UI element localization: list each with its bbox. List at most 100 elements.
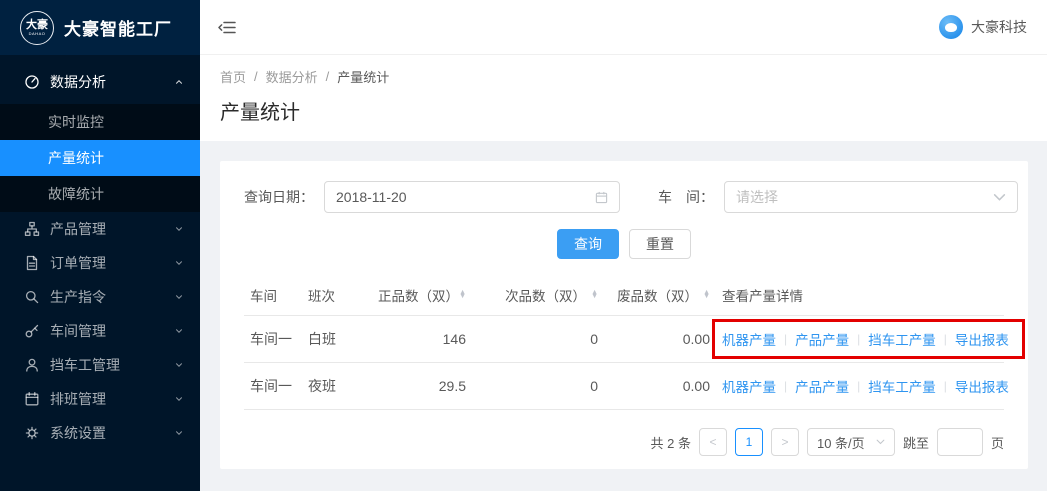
chevron-down-icon (174, 360, 184, 370)
menu-fold-icon[interactable] (218, 20, 236, 35)
sidebar-item-fault-stats[interactable]: 故障统计 (0, 176, 200, 212)
sort-icon[interactable]: ▲▼ (591, 291, 598, 300)
jump-label: 跳至 (903, 433, 929, 452)
menu-label: 生产指令 (50, 287, 106, 307)
cell-good: 146 (372, 331, 472, 347)
search-button[interactable]: 查询 (557, 229, 619, 259)
apartment-icon (24, 221, 40, 237)
company-avatar-icon (939, 15, 963, 39)
col-workshop: 车间 (244, 285, 302, 305)
user-name: 大豪科技 (971, 17, 1027, 37)
workshop-select[interactable]: 请选择 (724, 181, 1018, 213)
submenu-data-analysis: 实时监控 产量统计 故障统计 (0, 104, 200, 212)
logo-subtext: DAHAO (29, 31, 46, 36)
sort-icon[interactable]: ▲▼ (703, 291, 710, 300)
menu-label: 产品管理 (50, 219, 106, 239)
dahao-logo-icon: 大豪 DAHAO (20, 11, 54, 45)
sidebar-item-operator-mgmt[interactable]: 挡车工管理 (0, 348, 200, 382)
cell-good: 29.5 (372, 378, 472, 394)
breadcrumb-home[interactable]: 首页 (220, 67, 246, 86)
workshop-label: 车 间： (658, 187, 714, 207)
production-stats-card: 查询日期： 2018-11-20 车 间： 请选择 (220, 161, 1028, 469)
breadcrumb-data-analysis[interactable]: 数据分析 (266, 67, 318, 86)
main-area: 大豪科技 首页 / 数据分析 / 产量统计 产量统计 查询日期： 2018-11… (200, 0, 1047, 491)
jump-suffix: 页 (991, 433, 1004, 452)
col-defective-count[interactable]: 次品数（双） ▲▼ (472, 285, 604, 305)
content-area: 查询日期： 2018-11-20 车 间： 请选择 (200, 141, 1047, 469)
date-label: 查询日期： (244, 187, 314, 207)
sidebar-item-workshop-mgmt[interactable]: 车间管理 (0, 314, 200, 348)
prev-page-button[interactable]: < (699, 428, 727, 456)
sidebar-item-system-settings[interactable]: 系统设置 (0, 416, 200, 450)
workshop-form-item: 车 间： 请选择 (658, 181, 1018, 213)
machine-output-link[interactable]: 机器产量 (722, 329, 776, 349)
app-title: 大豪智能工厂 (64, 15, 172, 40)
sidebar-item-schedule-mgmt[interactable]: 排班管理 (0, 382, 200, 416)
breadcrumb-current: 产量统计 (337, 67, 389, 86)
export-report-link[interactable]: 导出报表 (955, 329, 1009, 349)
sidebar-item-production-stats[interactable]: 产量统计 (0, 140, 200, 176)
page-title: 产量统计 (220, 96, 1027, 125)
chevron-up-icon (174, 77, 184, 87)
reset-button[interactable]: 重置 (629, 229, 691, 259)
operator-output-link[interactable]: 挡车工产量 (868, 329, 936, 349)
table-row: 车间一 夜班 29.5 0 0.00 机器产量 | 产品产量 | 挡车工产量 | (244, 363, 1004, 410)
breadcrumb: 首页 / 数据分析 / 产量统计 (220, 67, 1027, 86)
chevron-down-icon (174, 394, 184, 404)
calendar-icon (595, 191, 608, 204)
chevron-down-icon (174, 428, 184, 438)
cell-defective: 0 (472, 331, 604, 347)
date-input[interactable]: 2018-11-20 (324, 181, 620, 213)
file-icon (24, 255, 40, 271)
calendar-icon (24, 391, 40, 407)
col-good-count[interactable]: 正品数（双） ▲▼ (372, 285, 472, 305)
user-icon (24, 357, 40, 373)
date-form-item: 查询日期： 2018-11-20 (244, 181, 620, 213)
sort-icon[interactable]: ▲▼ (459, 291, 466, 300)
search-icon (24, 289, 40, 305)
topbar: 大豪科技 (200, 0, 1047, 55)
cell-scrap: 0.00 (604, 378, 716, 394)
workshop-placeholder: 请选择 (736, 187, 778, 207)
key-icon (24, 323, 40, 339)
menu-label: 数据分析 (50, 72, 106, 92)
table-header-row: 车间 班次 正品数（双） ▲▼ 次品数（双） ▲▼ 废品数（双） ▲▼ 查看产量… (244, 275, 1004, 316)
chevron-down-icon (174, 224, 184, 234)
menu-label: 排班管理 (50, 389, 106, 409)
chevron-down-icon (174, 258, 184, 268)
sidebar-item-order-mgmt[interactable]: 订单管理 (0, 246, 200, 280)
sidebar-item-realtime-monitor[interactable]: 实时监控 (0, 104, 200, 140)
export-report-link[interactable]: 导出报表 (955, 376, 1009, 396)
page-1-button[interactable]: 1 (735, 428, 763, 456)
sidebar-item-production-order[interactable]: 生产指令 (0, 280, 200, 314)
col-detail: 查看产量详情 (716, 285, 1004, 305)
chevron-down-icon (993, 191, 1006, 204)
sidebar-item-product-mgmt[interactable]: 产品管理 (0, 212, 200, 246)
chevron-down-icon (876, 439, 885, 445)
filter-row: 查询日期： 2018-11-20 车 间： 请选择 (244, 181, 1004, 213)
user-menu[interactable]: 大豪科技 (939, 15, 1027, 39)
menu-label: 订单管理 (50, 253, 106, 273)
col-scrap-count[interactable]: 废品数（双） ▲▼ (604, 285, 716, 305)
sidebar-item-data-analysis[interactable]: 数据分析 (0, 60, 200, 104)
product-output-link[interactable]: 产品产量 (795, 376, 849, 396)
operator-output-link[interactable]: 挡车工产量 (868, 376, 936, 396)
page-size-select[interactable]: 10 条/页 (807, 428, 895, 456)
dashboard-icon (24, 74, 40, 90)
cell-shift: 夜班 (302, 376, 372, 396)
machine-output-link[interactable]: 机器产量 (722, 376, 776, 396)
jump-page-input[interactable] (937, 428, 983, 456)
page-header: 首页 / 数据分析 / 产量统计 产量统计 (200, 55, 1047, 141)
gear-icon (24, 425, 40, 441)
next-page-button[interactable]: > (771, 428, 799, 456)
cell-scrap: 0.00 (604, 331, 716, 347)
product-output-link[interactable]: 产品产量 (795, 329, 849, 349)
menu-label: 挡车工管理 (50, 355, 120, 375)
cell-workshop: 车间一 (244, 376, 302, 396)
sidebar-menu: 数据分析 实时监控 产量统计 故障统计 产品管理 订单管理 (0, 55, 200, 450)
menu-label: 系统设置 (50, 423, 106, 443)
table-row: 车间一 白班 146 0 0.00 机器产量 | 产品产量 | 挡车工产量 (244, 316, 1004, 363)
app-logo[interactable]: 大豪 DAHAO 大豪智能工厂 (0, 0, 200, 55)
chevron-down-icon (174, 326, 184, 336)
menu-label: 车间管理 (50, 321, 106, 341)
